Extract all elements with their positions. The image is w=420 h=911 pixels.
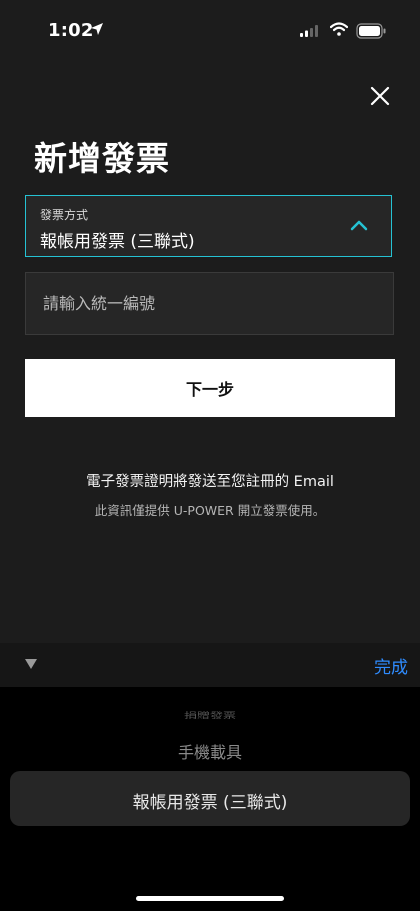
triangle-down-icon[interactable] [24,658,38,670]
cellular-signal-icon [300,25,318,37]
picker-toolbar: 完成 [0,643,420,687]
home-indicator [136,896,284,901]
chevron-up-icon [350,220,368,231]
status-bar: 1:02 [0,0,420,60]
close-icon[interactable] [364,80,396,112]
email-notice: 電子發票證明將發送至您註冊的 Email [86,474,334,490]
invoice-type-label: 發票方式 [40,208,89,222]
next-button[interactable]: 下一步 [25,359,395,417]
done-button[interactable]: 完成 [374,653,408,678]
picker-item-triplicate[interactable]: 報帳用發票 (三聯式) [0,788,420,813]
invoice-type-picker[interactable]: 捐贈發票 手機載具 報帳用發票 (三聯式) [0,687,420,911]
tax-id-input[interactable] [25,272,394,335]
page-title: 新增發票 [34,139,170,178]
picker-item-donate[interactable]: 捐贈發票 [0,709,420,720]
invoice-type-value: 報帳用發票 (三聯式) [40,232,195,252]
battery-icon [356,23,386,39]
wifi-icon [330,22,348,36]
location-arrow-icon [91,23,103,35]
invoice-type-select[interactable]: 發票方式 報帳用發票 (三聯式) [25,195,392,257]
picker-item-mobile-carrier[interactable]: 手機載具 [0,739,420,763]
usage-notice: 此資訊僅提供 U-POWER 開立發票使用。 [94,503,326,518]
status-time: 1:02 [48,20,94,41]
